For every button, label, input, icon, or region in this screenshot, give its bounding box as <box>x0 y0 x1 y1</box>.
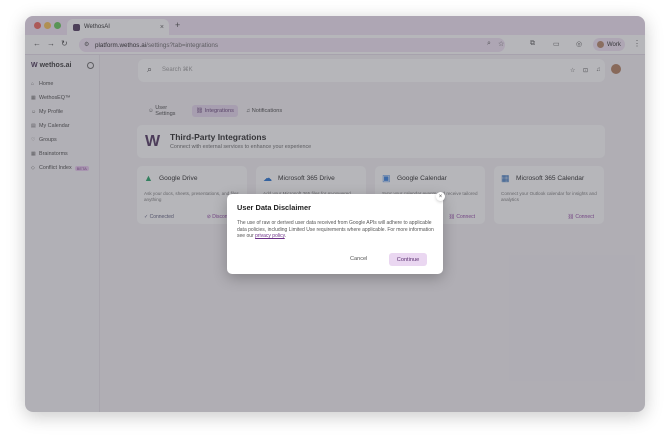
cancel-button[interactable]: Cancel <box>350 256 367 262</box>
dialog-title: User Data Disclaimer <box>237 203 311 212</box>
user-data-disclaimer-dialog: User Data Disclaimer The use of raw or d… <box>227 194 443 274</box>
dialog-body: The use of raw or derived user data rece… <box>237 220 435 240</box>
dialog-body-end: . <box>284 233 287 239</box>
browser-window: WethosAI × + ← → ↻ ⚙ platform.wethos.ai /… <box>25 16 645 412</box>
continue-button[interactable]: Continue <box>389 253 427 266</box>
privacy-policy-link[interactable]: privacy policy <box>255 233 285 239</box>
dialog-close-icon[interactable]: × <box>436 192 445 201</box>
